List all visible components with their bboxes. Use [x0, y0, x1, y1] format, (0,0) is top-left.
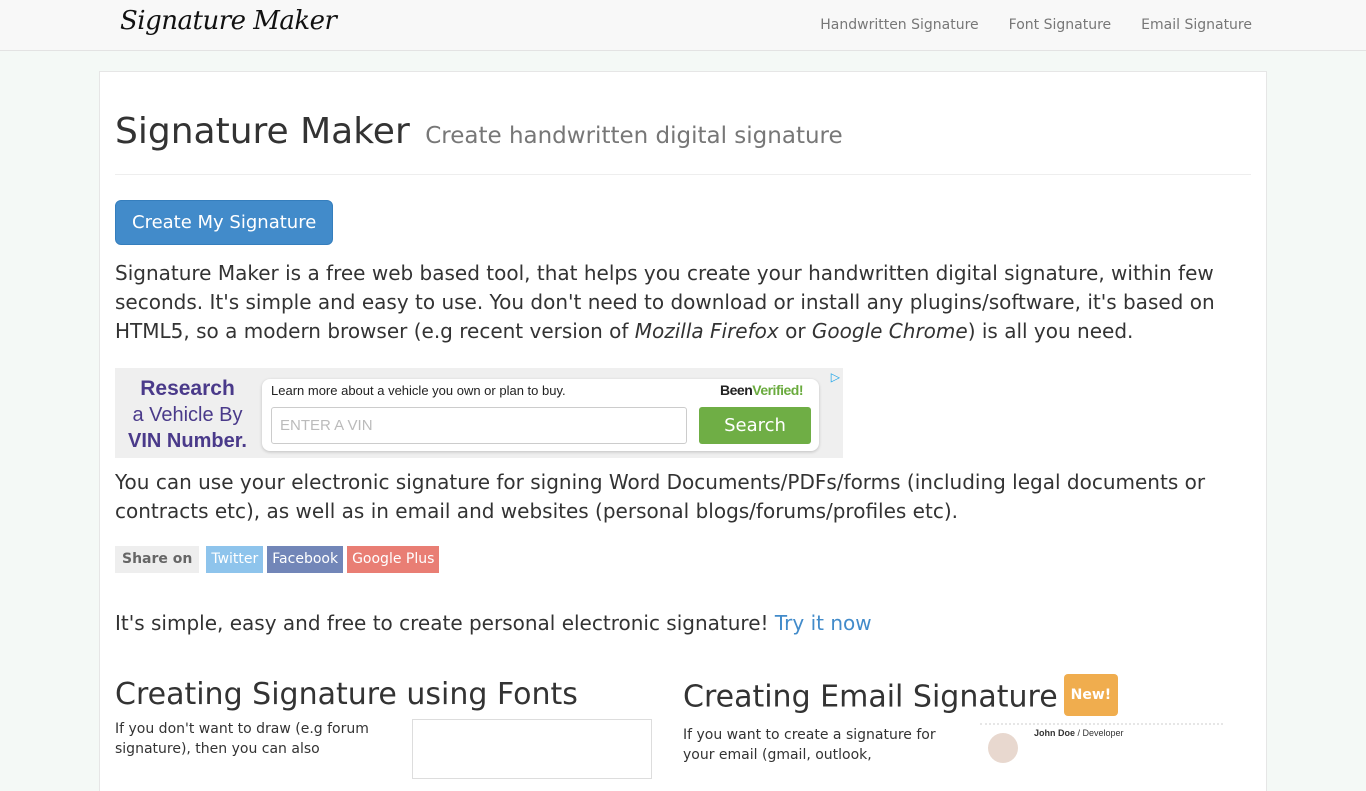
email-signature-preview[interactable]: John Doe / Developer	[980, 723, 1223, 783]
new-badge: New!	[1063, 674, 1119, 716]
email-section-title-text: Creating Email Signature	[683, 679, 1058, 715]
ad-headline-line1: Research	[140, 377, 235, 400]
fonts-section-text: If you don't want to draw (e.g forum sig…	[115, 721, 369, 757]
ad-brand-part1: Been	[720, 382, 753, 398]
email-section-text: If you want to create a signature for yo…	[683, 727, 936, 763]
ad-learn-text: Learn more about a vehicle you own or pl…	[271, 383, 566, 398]
share-bar: Share on Twitter Facebook Google Plus	[115, 546, 1251, 573]
font-signature-preview[interactable]	[412, 719, 652, 779]
browser-firefox: Mozilla Firefox	[634, 319, 779, 343]
nav-email-signature[interactable]: Email Signature	[1141, 17, 1252, 33]
feature-sections: Creating Signature using Fonts If you do…	[115, 674, 1251, 779]
try-it-now-link[interactable]: Try it now	[775, 611, 872, 635]
preview-name: John Doe / Developer	[1034, 728, 1124, 738]
nav-links: Handwritten Signature Font Signature Ema…	[790, 0, 1252, 50]
ad-brand-logo: BeenVerified!	[720, 382, 803, 398]
advertisement[interactable]: Research a Vehicle By VIN Number. Learn …	[115, 368, 843, 458]
ad-box: Learn more about a vehicle you own or pl…	[262, 379, 819, 451]
share-label: Share on	[115, 546, 200, 573]
fonts-section-title: Creating Signature using Fonts	[115, 677, 578, 712]
ad-headline-line3: VIN Number.	[128, 430, 247, 452]
intro-paragraph: Signature Maker is a free web based tool…	[115, 259, 1251, 346]
vin-input[interactable]	[271, 407, 687, 444]
email-section-title: Creating Email Signature New!	[683, 674, 1251, 719]
cta-text: It's simple, easy and free to create per…	[115, 611, 775, 635]
ad-brand-part2: Verified!	[752, 382, 803, 398]
nav-handwritten-signature[interactable]: Handwritten Signature	[820, 17, 978, 33]
browser-chrome: Google Chrome	[811, 319, 968, 343]
main-container: Signature Maker Create handwritten digit…	[99, 71, 1267, 791]
share-twitter-button[interactable]: Twitter	[206, 546, 264, 573]
preview-role-text: / Developer	[1075, 728, 1124, 738]
email-section: Creating Email Signature New! If you want…	[683, 674, 1251, 765]
intro-text: ) is all you need.	[967, 319, 1134, 343]
page-subtitle: Create handwritten digital signature	[425, 123, 843, 149]
title-text: Signature Maker	[115, 111, 410, 152]
share-facebook-button[interactable]: Facebook	[267, 546, 344, 573]
avatar	[988, 733, 1018, 763]
brand-logo[interactable]: Signature Maker	[120, 6, 337, 36]
fonts-section: Creating Signature using Fonts If you do…	[115, 677, 683, 779]
cta-paragraph: It's simple, easy and free to create per…	[115, 611, 1251, 635]
ad-search-button[interactable]: Search	[699, 407, 811, 444]
ad-headline-line2: a Vehicle By	[132, 404, 243, 426]
navbar: Signature Maker Handwritten Signature Fo…	[0, 0, 1366, 51]
intro-text: or	[778, 319, 812, 343]
adchoices-icon[interactable]: ▷	[831, 370, 840, 384]
ad-headline: Research a Vehicle By VIN Number.	[115, 376, 260, 454]
create-signature-button[interactable]: Create My Signature	[115, 200, 334, 245]
page-header: Signature Maker Create handwritten digit…	[115, 110, 1251, 175]
usage-paragraph: You can use your electronic signature fo…	[115, 470, 1206, 523]
preview-name-text: John Doe	[1034, 728, 1076, 738]
nav-font-signature[interactable]: Font Signature	[1009, 17, 1111, 33]
page-title: Signature Maker Create handwritten digit…	[115, 110, 1251, 158]
share-google-plus-button[interactable]: Google Plus	[347, 546, 440, 573]
